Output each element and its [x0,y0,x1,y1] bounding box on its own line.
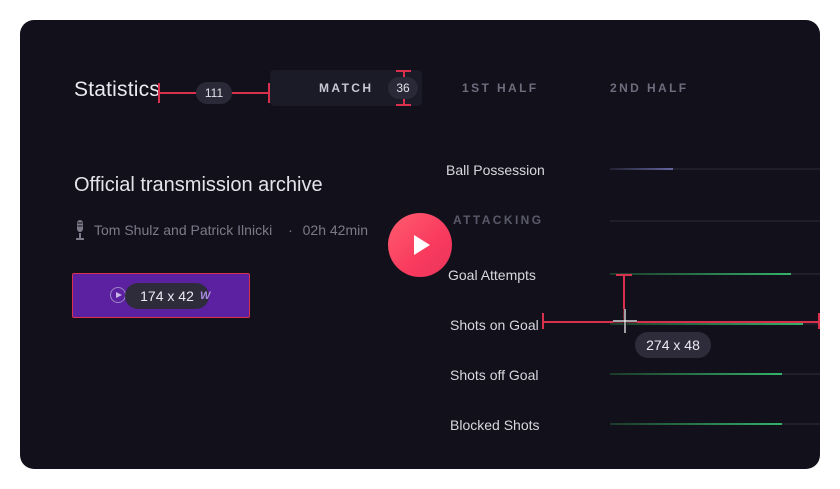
play-button[interactable] [388,213,452,277]
measure-badge: 36 [388,77,418,99]
tab-match[interactable]: MATCH [319,81,373,95]
measure-tick [158,83,160,103]
stats-card: Statistics 111 MATCH 1ST HALF 2ND HALF 3… [20,20,820,469]
stat-bar-shots-off-goal [610,373,782,375]
stat-label-shots-on-goal: Shots on Goal [450,317,539,333]
archive-duration: 02h 42min [302,222,369,238]
measure-tick [616,274,632,276]
measure-line [543,321,820,323]
page-title: Statistics [74,78,161,101]
measure-badge: 274 x 48 [635,332,711,358]
archive-meta: Tom Shulz and Patrick Ilnicki · 02h 42mi… [94,222,368,238]
crosshair-icon [613,309,637,333]
tab-first-half[interactable]: 1ST HALF [462,81,539,95]
stat-bar-shots-on-goal [610,323,803,325]
meta-separator: · [288,222,293,238]
tab-second-half[interactable]: 2ND HALF [610,81,689,95]
play-icon [110,287,126,303]
archive-title: Official transmission archive [74,174,323,196]
measure-tick [818,313,820,329]
measure-badge: 174 x 42 [125,283,209,309]
stat-label-ball-possession: Ball Possession [446,162,545,178]
archive-hosts: Tom Shulz and Patrick Ilnicki [94,222,273,238]
stat-bar-goal-attempts [610,273,791,275]
section-divider [610,220,820,222]
stat-label-shots-off-goal: Shots off Goal [450,367,539,383]
measure-tick [396,70,411,72]
measure-tick [542,313,544,329]
stat-bar-ball-possession [610,168,673,170]
button-label-fragment: W [200,290,211,302]
stat-label-goal-attempts: Goal Attempts [448,267,536,283]
mic-icon [76,220,84,240]
section-label-attacking: ATTACKING [453,213,544,227]
measure-tick [396,104,411,106]
stat-bar-blocked-shots [610,423,782,425]
stat-label-blocked-shots: Blocked Shots [450,417,540,433]
measure-badge: 111 [196,82,232,104]
